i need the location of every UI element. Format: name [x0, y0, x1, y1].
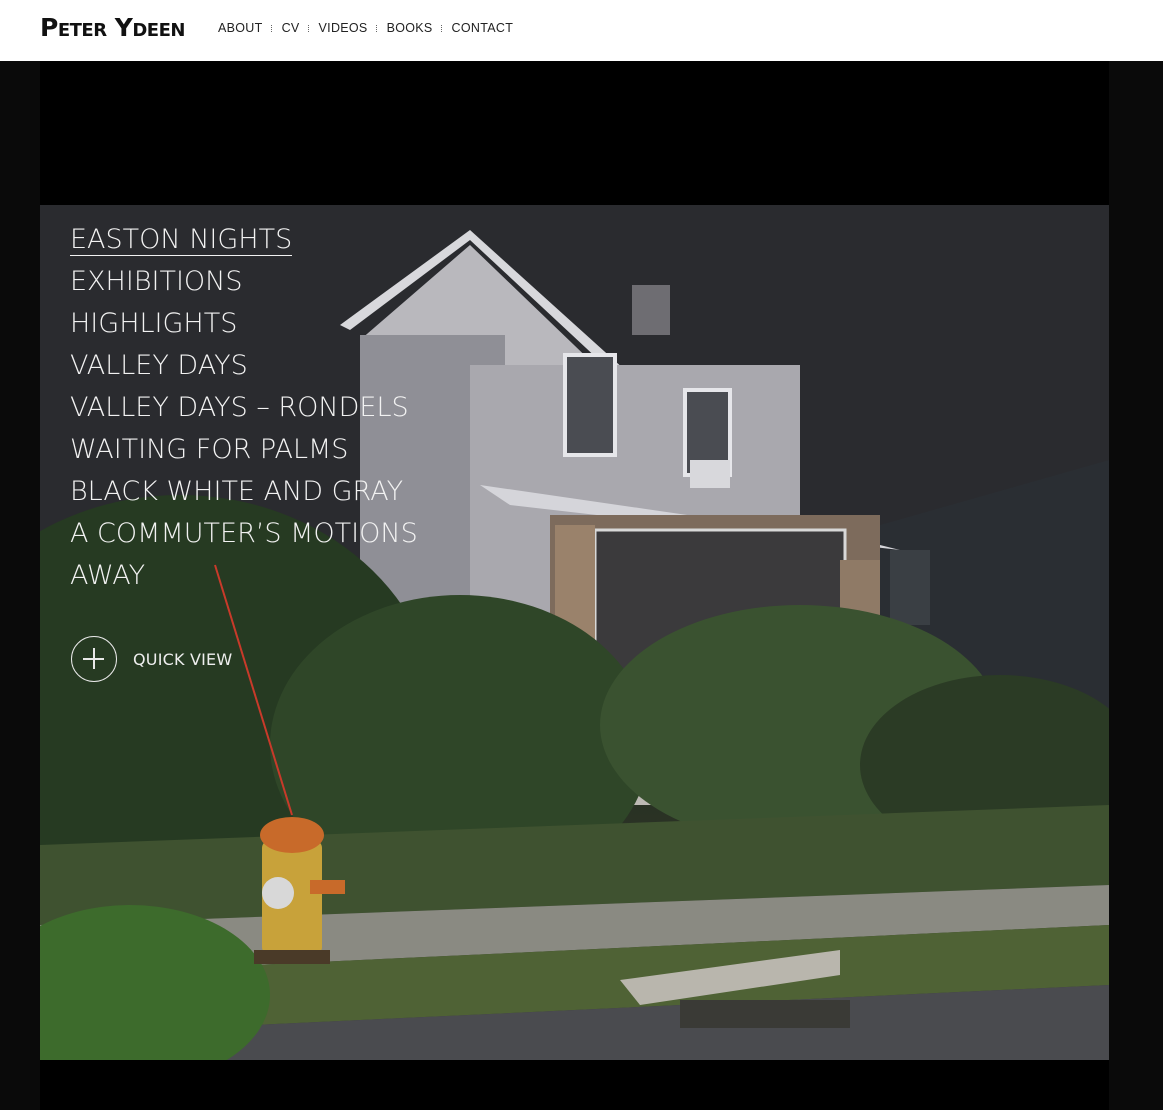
series-menu-item-exhibitions[interactable]: EXHIBITIONS — [70, 260, 418, 302]
series-menu-item-away[interactable]: AWAY — [70, 554, 418, 596]
site-logo[interactable]: Peter Ydeen — [40, 12, 185, 44]
nav-link-videos[interactable]: VIDEOS — [319, 20, 368, 36]
nav-separator — [375, 24, 379, 32]
series-menu-label: VALLEY DAYS — [70, 350, 248, 381]
series-menu-item-easton-nights[interactable]: EASTON NIGHTS — [70, 218, 418, 260]
nav-link-about[interactable]: ABOUT — [218, 20, 263, 36]
nav-link-cv[interactable]: CV — [282, 20, 300, 36]
nav-link-books[interactable]: BOOKS — [387, 20, 433, 36]
series-menu-label: AWAY — [70, 560, 146, 591]
series-menu-label: BLACK WHITE AND GRAY — [70, 476, 404, 507]
series-menu-item-a-commuters-motions[interactable]: A COMMUTER’S MOTIONS — [70, 512, 418, 554]
nav-link-contact[interactable]: CONTACT — [452, 20, 514, 36]
series-menu-label: A COMMUTER’S MOTIONS — [70, 518, 418, 549]
plus-circle-icon — [71, 636, 117, 682]
quick-view-label: QUICK VIEW — [133, 649, 233, 669]
series-menu-item-black-white-and-gray[interactable]: BLACK WHITE AND GRAY — [70, 470, 418, 512]
series-menu-item-highlights[interactable]: HIGHLIGHTS — [70, 302, 418, 344]
nav-separator — [307, 24, 311, 32]
series-menu-label: VALLEY DAYS – RONDELS — [70, 392, 409, 423]
series-menu: EASTON NIGHTS EXHIBITIONS HIGHLIGHTS VAL… — [70, 218, 418, 596]
quick-view-button[interactable]: QUICK VIEW — [71, 636, 232, 682]
nav-separator — [270, 24, 274, 32]
series-menu-label: EASTON NIGHTS — [70, 224, 293, 256]
nav-separator — [440, 24, 444, 32]
series-menu-label: WAITING FOR PALMS — [70, 434, 349, 465]
series-menu-item-valley-days[interactable]: VALLEY DAYS — [70, 344, 418, 386]
site-header: Peter Ydeen ABOUT CV VIDEOS BOOKS CONTAC… — [0, 0, 1163, 61]
top-navigation: ABOUT CV VIDEOS BOOKS CONTACT — [218, 20, 513, 36]
series-menu-label: EXHIBITIONS — [70, 266, 243, 297]
series-menu-label: HIGHLIGHTS — [70, 308, 238, 339]
series-menu-item-valley-days-rondels[interactable]: VALLEY DAYS – RONDELS — [70, 386, 418, 428]
series-menu-item-waiting-for-palms[interactable]: WAITING FOR PALMS — [70, 428, 418, 470]
